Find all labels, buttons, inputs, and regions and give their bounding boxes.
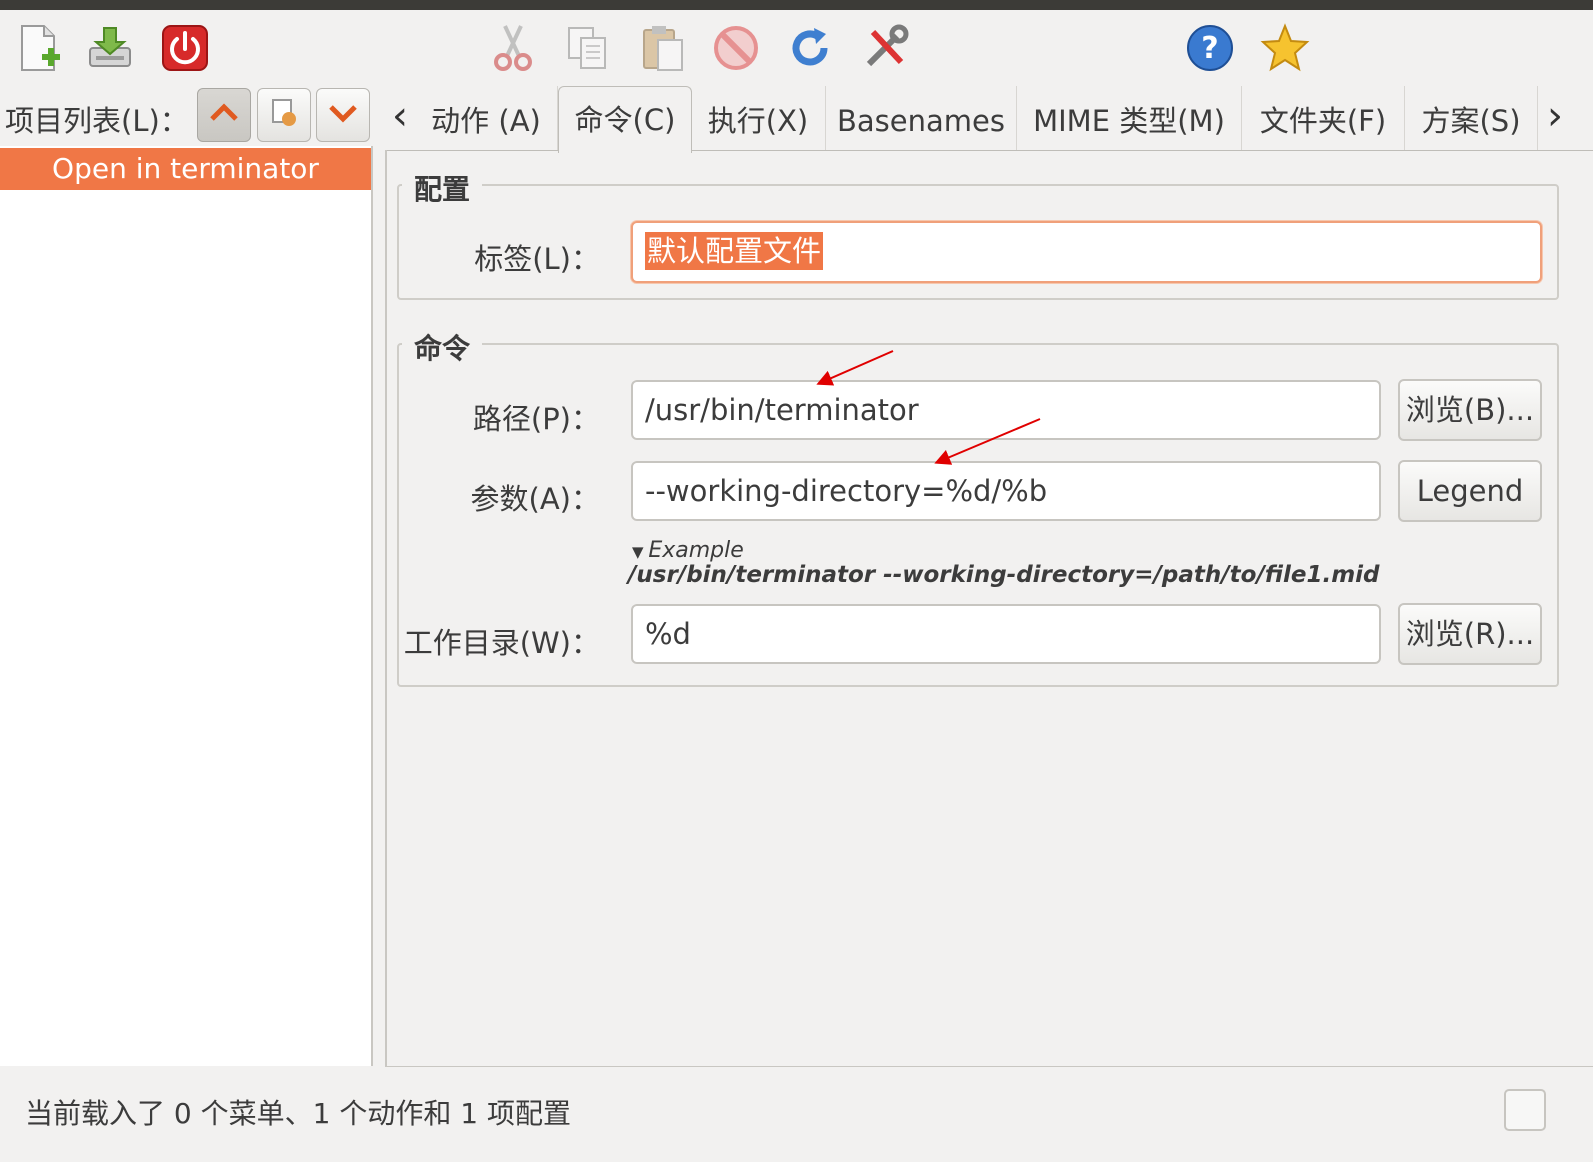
- tab-scroll-right-icon[interactable]: ›: [1540, 88, 1570, 148]
- triangle-down-icon: ▼: [632, 543, 649, 561]
- tab-folders[interactable]: 文件夹(F): [1242, 86, 1405, 150]
- about-icon[interactable]: [1255, 18, 1315, 78]
- tab-command[interactable]: 命令(C): [558, 86, 692, 153]
- tab-strip: 动作 (A) 命令(C) 执行(X) Basenames MIME 类型(M) …: [385, 86, 1593, 153]
- chevron-down-icon: [327, 101, 359, 129]
- copy-icon: [557, 18, 617, 78]
- paste-icon: [632, 18, 692, 78]
- help-icon[interactable]: ?: [1180, 18, 1240, 78]
- new-document-icon[interactable]: [8, 18, 68, 78]
- list-item[interactable]: Open in terminator: [0, 148, 371, 190]
- example-expander[interactable]: ▼ Example: [632, 538, 744, 563]
- working-directory-input[interactable]: %d: [631, 604, 1381, 664]
- move-down-button[interactable]: [316, 88, 370, 142]
- browse-workdir-button[interactable]: 浏览(R)...: [1398, 603, 1542, 665]
- browse-path-button[interactable]: 浏览(B)...: [1398, 379, 1542, 441]
- tab-execution[interactable]: 执行(X): [691, 86, 826, 150]
- delete-icon: [706, 18, 766, 78]
- profile-label-input[interactable]: 默认配置文件: [631, 221, 1542, 283]
- save-icon[interactable]: [80, 18, 140, 78]
- profile-label-value: 默认配置文件: [645, 232, 824, 270]
- reload-icon[interactable]: [780, 18, 840, 78]
- command-frame-title: 命令: [402, 327, 483, 367]
- working-directory-label: 工作目录(W)：: [403, 626, 600, 660]
- path-input[interactable]: /usr/bin/terminator: [631, 380, 1381, 440]
- profile-frame-title: 配置: [402, 168, 483, 208]
- svg-text:?: ?: [1201, 31, 1218, 66]
- quit-icon[interactable]: [155, 18, 215, 78]
- legend-button[interactable]: Legend: [1398, 460, 1542, 522]
- example-toggle-label: Example: [648, 538, 744, 563]
- items-list-label: 项目列表(L)：: [5, 104, 189, 138]
- status-indicator: [1504, 1089, 1546, 1131]
- items-list[interactable]: Open in terminator: [0, 146, 373, 1066]
- chevron-up-icon: [208, 101, 240, 129]
- tab-mimetypes[interactable]: MIME 类型(M): [1017, 86, 1242, 150]
- insert-item-button[interactable]: [257, 88, 311, 142]
- tab-schemes[interactable]: 方案(S): [1405, 86, 1538, 150]
- path-label: 路径(P)：: [472, 402, 600, 436]
- preferences-icon[interactable]: [855, 18, 915, 78]
- clipboard-hand-icon: [270, 97, 298, 133]
- tab-action[interactable]: 动作 (A): [415, 86, 558, 150]
- parameters-label: 参数(A)：: [470, 482, 600, 516]
- profile-label-label: 标签(L)：: [474, 242, 600, 276]
- tab-basenames[interactable]: Basenames: [826, 86, 1017, 150]
- move-up-button[interactable]: [197, 88, 251, 142]
- cut-icon: [483, 18, 543, 78]
- title-bar: [0, 0, 1593, 10]
- parameters-input[interactable]: --working-directory=%d/%b: [631, 461, 1381, 521]
- example-text: /usr/bin/terminator --working-directory=…: [628, 562, 1380, 588]
- status-text: 当前载入了 0 个菜单、1 个动作和 1 项配置: [25, 1097, 571, 1130]
